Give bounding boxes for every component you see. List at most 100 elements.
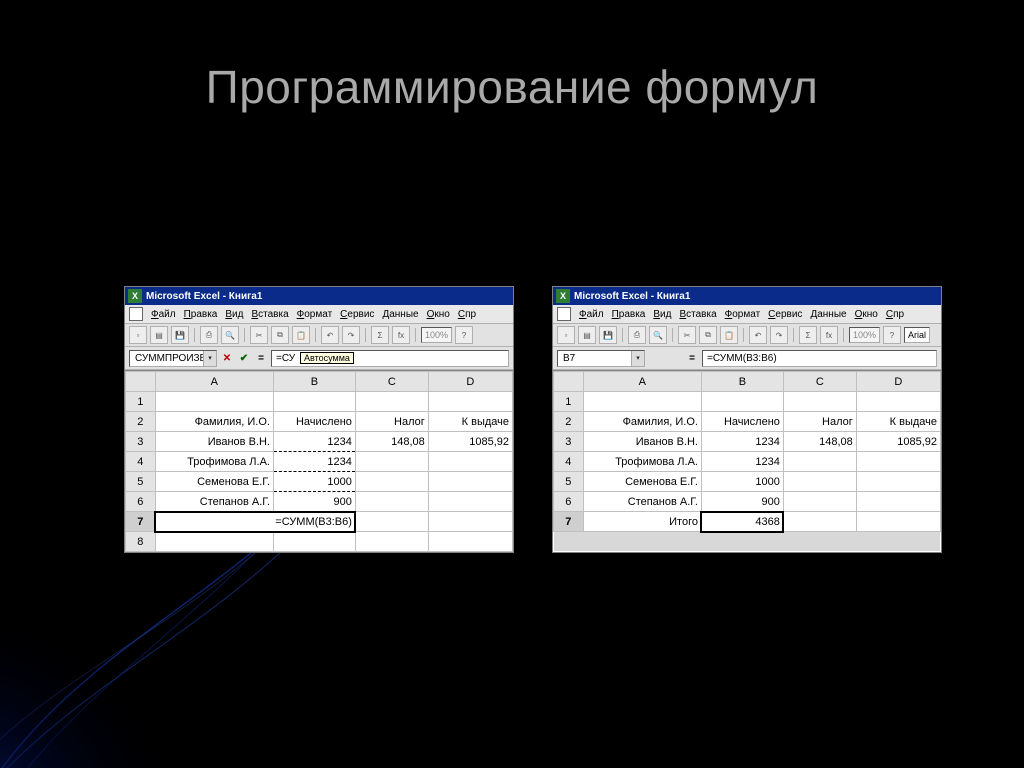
cell[interactable] [783, 492, 856, 512]
cell[interactable] [856, 492, 940, 512]
copy-icon[interactable]: ⧉ [271, 326, 289, 344]
menu-tools[interactable]: Сервис [340, 309, 374, 320]
cell[interactable]: Семенова Е.Г. [583, 472, 701, 492]
paste-icon[interactable]: 📋 [720, 326, 738, 344]
cell[interactable]: 1000 [273, 472, 355, 492]
row-header[interactable]: 1 [126, 392, 156, 412]
cell[interactable]: Семенова Е.Г. [155, 472, 273, 492]
dropdown-icon[interactable]: ▾ [631, 351, 644, 366]
col-header-d[interactable]: D [856, 372, 940, 392]
select-all-corner[interactable] [126, 372, 156, 392]
paste-icon[interactable]: 📋 [292, 326, 310, 344]
row-header[interactable]: 3 [554, 432, 584, 452]
undo-icon[interactable]: ↶ [321, 326, 339, 344]
help-icon[interactable]: ? [883, 326, 901, 344]
menu-insert[interactable]: Вставка [679, 309, 716, 320]
print-icon[interactable]: ⎙ [628, 326, 646, 344]
cell[interactable]: 900 [273, 492, 355, 512]
redo-icon[interactable]: ↷ [770, 326, 788, 344]
menu-file[interactable]: Файл [579, 309, 604, 320]
row-header[interactable]: 5 [554, 472, 584, 492]
zoom-box[interactable]: 100% [421, 327, 452, 343]
col-header-b[interactable]: B [273, 372, 355, 392]
cell[interactable]: Трофимова Л.А. [583, 452, 701, 472]
col-header-d[interactable]: D [428, 372, 512, 392]
redo-icon[interactable]: ↷ [342, 326, 360, 344]
cell[interactable] [355, 472, 428, 492]
menu-file[interactable]: Файл [151, 309, 176, 320]
open-icon[interactable]: ▤ [578, 326, 596, 344]
col-header-b[interactable]: B [701, 372, 783, 392]
menu-edit[interactable]: Правка [184, 309, 218, 320]
cell[interactable]: 1234 [701, 432, 783, 452]
cut-icon[interactable]: ✂ [250, 326, 268, 344]
cell[interactable]: 900 [701, 492, 783, 512]
col-header-a[interactable]: A [583, 372, 701, 392]
cancel-icon[interactable]: ✕ [220, 351, 234, 365]
cell[interactable]: 148,08 [355, 432, 428, 452]
cell[interactable] [783, 452, 856, 472]
cell[interactable]: К выдаче [856, 412, 940, 432]
cell[interactable]: Итого [583, 512, 701, 532]
menu-window[interactable]: Окно [427, 309, 450, 320]
cell[interactable]: 1234 [701, 452, 783, 472]
select-all-corner[interactable] [554, 372, 584, 392]
cell[interactable]: Степанов А.Г. [583, 492, 701, 512]
cell[interactable]: 148,08 [783, 432, 856, 452]
menu-format[interactable]: Формат [725, 309, 761, 320]
row-header[interactable]: 2 [554, 412, 584, 432]
menu-window[interactable]: Окно [855, 309, 878, 320]
col-header-c[interactable]: C [783, 372, 856, 392]
dropdown-icon[interactable]: ▾ [203, 351, 216, 366]
cell[interactable]: 1085,92 [856, 432, 940, 452]
cell[interactable] [428, 452, 512, 472]
print-icon[interactable]: ⎙ [200, 326, 218, 344]
row-header[interactable]: 1 [554, 392, 584, 412]
col-header-c[interactable]: C [355, 372, 428, 392]
function-icon[interactable]: fx [392, 326, 410, 344]
menu-format[interactable]: Формат [297, 309, 333, 320]
cell[interactable]: 1000 [701, 472, 783, 492]
row-header[interactable]: 4 [554, 452, 584, 472]
save-icon[interactable]: 💾 [599, 326, 617, 344]
menu-help[interactable]: Спр [458, 309, 476, 320]
menu-view[interactable]: Вид [653, 309, 671, 320]
save-icon[interactable]: 💾 [171, 326, 189, 344]
cell[interactable]: Начислено [701, 412, 783, 432]
new-icon[interactable]: ▫ [557, 326, 575, 344]
formula-input[interactable]: =СУ Автосумма [271, 350, 509, 367]
cell[interactable]: Степанов А.Г. [155, 492, 273, 512]
cell[interactable]: Фамилия, И.О. [583, 412, 701, 432]
cell[interactable]: Трофимова Л.А. [155, 452, 273, 472]
undo-icon[interactable]: ↶ [749, 326, 767, 344]
zoom-box[interactable]: 100% [849, 327, 880, 343]
autosum-icon[interactable]: Σ [371, 326, 389, 344]
preview-icon[interactable]: 🔍 [221, 326, 239, 344]
cell[interactable]: 1234 [273, 452, 355, 472]
row-header[interactable]: 2 [126, 412, 156, 432]
cell[interactable]: 1234 [273, 432, 355, 452]
row-header[interactable]: 6 [554, 492, 584, 512]
cut-icon[interactable]: ✂ [678, 326, 696, 344]
cell[interactable] [856, 452, 940, 472]
open-icon[interactable]: ▤ [150, 326, 168, 344]
cell[interactable] [355, 492, 428, 512]
cell[interactable] [355, 452, 428, 472]
preview-icon[interactable]: 🔍 [649, 326, 667, 344]
cell[interactable]: Налог [783, 412, 856, 432]
equals-icon[interactable]: = [685, 351, 699, 365]
row-header[interactable]: 5 [126, 472, 156, 492]
menu-data[interactable]: Данные [810, 309, 846, 320]
row-header[interactable]: 3 [126, 432, 156, 452]
cell[interactable] [428, 492, 512, 512]
cell[interactable]: К выдаче [428, 412, 512, 432]
equals-icon[interactable]: = [254, 351, 268, 365]
col-header-a[interactable]: A [155, 372, 273, 392]
spreadsheet-grid-right[interactable]: A B C D 1 2 Фамилия, И.О. Начислено Нало… [553, 370, 941, 532]
cell[interactable] [856, 512, 940, 532]
menu-tools[interactable]: Сервис [768, 309, 802, 320]
cell[interactable] [783, 512, 856, 532]
copy-icon[interactable]: ⧉ [699, 326, 717, 344]
row-header[interactable]: 7 [554, 512, 584, 532]
selected-cell[interactable]: 4368 [701, 512, 783, 532]
